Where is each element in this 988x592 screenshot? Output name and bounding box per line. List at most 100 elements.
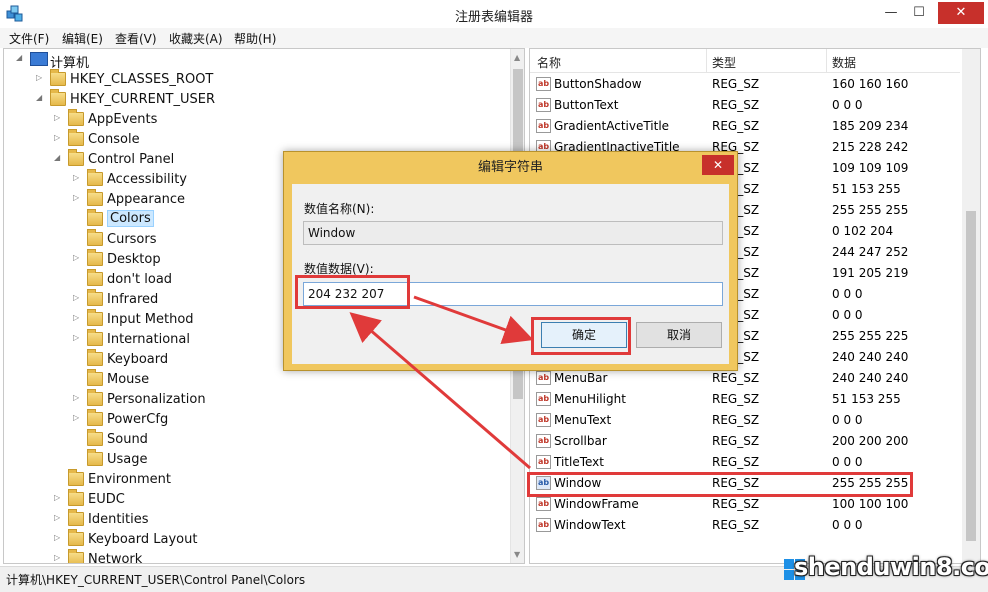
collapse-arrow-icon[interactable]: ◢ <box>54 153 64 162</box>
collapse-arrow-icon[interactable]: ◢ <box>36 93 46 102</box>
expand-arrow-icon[interactable]: ▷ <box>36 73 46 82</box>
dialog-title: 编辑字符串 <box>477 160 543 175</box>
expand-arrow-icon[interactable]: ▷ <box>54 133 64 142</box>
menu-bar: 文件(F) 编辑(E) 查看(V) 收藏夹(A) 帮助(H) <box>0 28 988 48</box>
value-type: REG_SZ <box>712 371 760 385</box>
tree-node-label: Accessibility <box>107 172 187 187</box>
expand-arrow-icon[interactable]: ▷ <box>54 533 64 542</box>
value-data: 191 205 219 <box>832 266 909 280</box>
scroll-down-arrow-icon[interactable]: ▼ <box>514 550 520 559</box>
value-name: MenuHilight <box>554 392 626 406</box>
value-data: 0 102 204 <box>832 224 894 238</box>
collapse-arrow-icon[interactable]: ◢ <box>16 53 26 62</box>
tree-node-label: Appearance <box>107 192 186 207</box>
status-path: 计算机\HKEY_CURRENT_USER\Control Panel\Colo… <box>6 573 306 587</box>
expand-arrow-icon[interactable]: ▷ <box>73 393 83 402</box>
tree-node-label: Personalization <box>107 392 206 407</box>
expand-arrow-icon[interactable]: ▷ <box>73 173 83 182</box>
value-data: 160 160 160 <box>832 77 909 91</box>
value-data: 51 153 255 <box>832 182 901 196</box>
value-data: 109 109 109 <box>832 161 909 175</box>
column-divider <box>826 49 827 73</box>
tree-node-label: Input Method <box>107 312 194 327</box>
value-row[interactable]: ab TitleText REG_SZ 0 0 0 <box>530 452 960 473</box>
maximize-button[interactable]: ☐ <box>906 2 932 24</box>
value-data: 244 247 252 <box>832 245 909 259</box>
value-data: 0 0 0 <box>832 455 863 469</box>
menu-help[interactable]: 帮助(H) <box>234 30 276 47</box>
value-data: 0 0 0 <box>832 413 863 427</box>
expand-arrow-icon[interactable]: ▷ <box>73 313 83 322</box>
folder-icon <box>68 509 84 526</box>
column-header-name[interactable]: 名称 <box>537 54 561 71</box>
folder-icon <box>68 529 84 546</box>
string-value-icon: ab <box>536 98 551 112</box>
menu-favorites[interactable]: 收藏夹(A) <box>169 30 223 47</box>
folder-icon <box>50 89 66 106</box>
window-title: 注册表编辑器 <box>454 10 533 25</box>
tree-node-label: Usage <box>107 452 148 467</box>
value-type: REG_SZ <box>712 77 760 91</box>
expand-arrow-icon[interactable]: ▷ <box>73 193 83 202</box>
tree-node-label: Identities <box>88 512 149 527</box>
expand-arrow-icon[interactable]: ▷ <box>73 333 83 342</box>
tree-node-label: Desktop <box>107 252 161 267</box>
folder-icon <box>87 449 103 466</box>
expand-arrow-icon[interactable]: ▷ <box>54 553 64 562</box>
value-name: MenuText <box>554 413 612 427</box>
value-name: ButtonText <box>554 98 619 112</box>
value-data: 255 255 255 <box>832 203 909 217</box>
value-row[interactable]: ab MenuText REG_SZ 0 0 0 <box>530 410 960 431</box>
value-data: 0 0 0 <box>832 518 863 532</box>
list-header: 名称 类型 数据 <box>530 49 960 73</box>
minimize-button[interactable]: — <box>878 2 904 24</box>
value-row[interactable]: ab ButtonShadow REG_SZ 160 160 160 <box>530 74 960 95</box>
folder-icon <box>87 389 103 406</box>
expand-arrow-icon[interactable]: ▷ <box>73 253 83 262</box>
menu-file[interactable]: 文件(F) <box>9 30 49 47</box>
value-type: REG_SZ <box>712 413 760 427</box>
value-name: ButtonShadow <box>554 77 642 91</box>
expand-arrow-icon[interactable]: ▷ <box>54 113 64 122</box>
value-row[interactable]: ab WindowFrame REG_SZ 100 100 100 <box>530 494 960 515</box>
dialog-body: 数值名称(N): Window 数值数据(V): 204 232 207 确定 … <box>292 184 729 364</box>
tree-node-label: Colors <box>107 210 154 227</box>
close-window-button[interactable]: ✕ <box>938 2 984 24</box>
tree-node-label: Mouse <box>107 372 150 387</box>
title-bar: 注册表编辑器 — ☐ ✕ <box>0 0 988 28</box>
value-type: REG_SZ <box>712 434 760 448</box>
computer-icon <box>30 52 48 66</box>
value-name: GradientActiveTitle <box>554 119 670 133</box>
value-row[interactable]: ab WindowText REG_SZ 0 0 0 <box>530 515 960 536</box>
value-row[interactable]: ab MenuBar REG_SZ 240 240 240 <box>530 368 960 389</box>
value-data: 255 255 225 <box>832 329 909 343</box>
expand-arrow-icon[interactable]: ▷ <box>73 293 83 302</box>
expand-arrow-icon[interactable]: ▷ <box>54 493 64 502</box>
cancel-button[interactable]: 取消 <box>636 322 722 348</box>
watermark-text: shenduwin8.com <box>794 553 988 581</box>
value-data: 0 0 0 <box>832 287 863 301</box>
value-type: REG_SZ <box>712 518 760 532</box>
dialog-close-button[interactable]: ✕ <box>702 155 734 175</box>
list-scrollbar-thumb[interactable] <box>966 211 976 541</box>
value-type: REG_SZ <box>712 392 760 406</box>
value-row[interactable]: ab Scrollbar REG_SZ 200 200 200 <box>530 431 960 452</box>
list-scrollbar[interactable] <box>962 49 980 563</box>
folder-icon <box>87 269 103 286</box>
value-data: 0 0 0 <box>832 98 863 112</box>
menu-view[interactable]: 查看(V) <box>115 30 157 47</box>
string-value-icon: ab <box>536 518 551 532</box>
scroll-up-arrow-icon[interactable]: ▲ <box>514 53 520 62</box>
value-name: TitleText <box>554 455 604 469</box>
expand-arrow-icon[interactable]: ▷ <box>54 513 64 522</box>
value-row[interactable]: ab ButtonText REG_SZ 0 0 0 <box>530 95 960 116</box>
folder-icon <box>87 429 103 446</box>
expand-arrow-icon[interactable]: ▷ <box>73 413 83 422</box>
value-row[interactable]: ab MenuHilight REG_SZ 51 153 255 <box>530 389 960 410</box>
menu-edit[interactable]: 编辑(E) <box>62 30 103 47</box>
column-header-data[interactable]: 数据 <box>832 54 856 71</box>
value-row[interactable]: ab GradientActiveTitle REG_SZ 185 209 234 <box>530 116 960 137</box>
column-header-type[interactable]: 类型 <box>712 54 736 71</box>
value-name-field: Window <box>303 221 723 245</box>
folder-icon <box>87 209 103 226</box>
